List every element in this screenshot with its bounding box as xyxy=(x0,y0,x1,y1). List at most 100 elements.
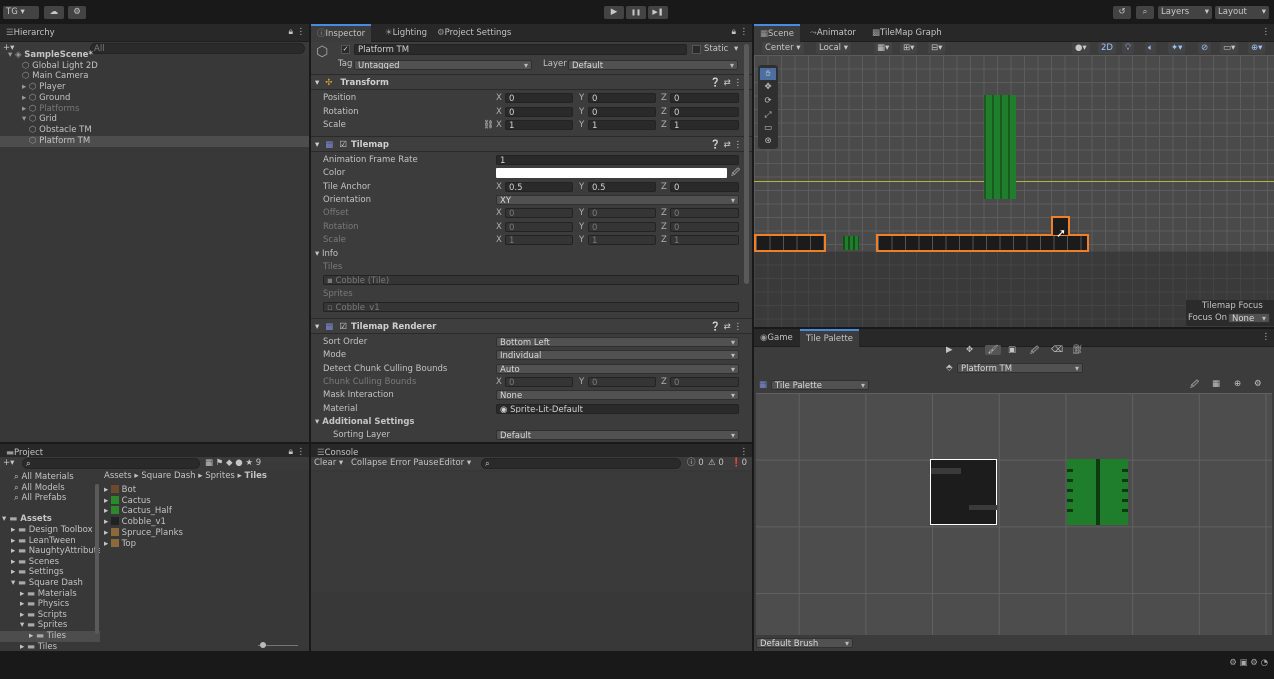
folder-item[interactable]: ▸ ▬ Design Toolbox xyxy=(0,525,100,536)
lighting-toggle-icon[interactable]: 💡︎ xyxy=(1122,42,1134,54)
scene-viewport[interactable]: ➚ ✋︎ ✥ ⟳ ⤢ ▭ ⊛ Tilemap Focus Focus On No… xyxy=(754,55,1274,327)
menu-icon[interactable]: ⋮ xyxy=(297,447,306,457)
static-checkbox[interactable] xyxy=(692,45,701,54)
transform-header[interactable]: ▾ ✣ Transform ❔ ⇄ ⋮ xyxy=(311,74,752,90)
asset-item[interactable]: ▸ Bot xyxy=(104,485,136,496)
history-icon[interactable]: ↺ xyxy=(1113,6,1131,19)
folder-item[interactable]: ▸ ▬ Settings xyxy=(0,567,100,578)
palette-gizmos-icon[interactable]: ⊕ xyxy=(1234,379,1241,389)
transform-rotation-z[interactable]: 0 xyxy=(670,106,739,117)
tab-lighting[interactable]: ☀ Lighting xyxy=(379,24,433,42)
inspector-scrollbar[interactable] xyxy=(744,44,749,284)
transform-scale-y[interactable]: 1 xyxy=(588,120,656,130)
space-dropdown[interactable]: Local ▾ xyxy=(816,42,851,54)
folder-item[interactable]: ▸ ▬ NaughtyAttribute xyxy=(0,546,100,557)
grid-snap-icon[interactable]: ▦▾ xyxy=(874,42,893,54)
favorite-item[interactable]: ⌕ All Models xyxy=(14,483,65,494)
static-dropdown-icon[interactable]: ▾ xyxy=(734,44,738,54)
account-dropdown[interactable]: TG ▾ xyxy=(3,6,39,19)
menu-icon[interactable]: ⋮ xyxy=(740,27,749,37)
breadcrumb-sprites[interactable]: Sprites xyxy=(205,471,235,481)
asset-item[interactable]: ▸ Spruce_Planks xyxy=(104,527,183,539)
tab-tile-palette[interactable]: Tile Palette xyxy=(800,329,860,347)
transform-tool-icon[interactable]: ⊛ xyxy=(760,136,776,146)
editor-dropdown[interactable]: Editor ▾ xyxy=(439,457,471,470)
tab-animator[interactable]: ⤳ Animator xyxy=(804,24,862,42)
anchor-z-field[interactable]: 0 xyxy=(670,182,739,192)
frame-rate-field[interactable]: 1 xyxy=(496,155,739,165)
asset-item[interactable]: ▸ Cactus_Half xyxy=(104,506,172,517)
tag-dropdown[interactable]: Untagged xyxy=(354,60,532,70)
filter-icons[interactable]: ▦ ⚑ ◆ ● ★ 9 xyxy=(205,457,261,470)
tilemap-renderer-header[interactable]: ▾ ▦ ☑ Tilemap Renderer ❔ ⇄ ⋮ xyxy=(311,318,752,334)
collab-icon[interactable]: ⚙ xyxy=(68,6,86,19)
tilemap-enabled-checkbox[interactable]: ☑ xyxy=(339,140,347,150)
assets-root[interactable]: ▾ ▬ Assets xyxy=(2,514,52,525)
sprite-object-field[interactable]: ▫ Cobble_v1 xyxy=(323,302,739,312)
asset-item[interactable]: ▸ Top xyxy=(104,538,136,550)
snap-increment-icon[interactable]: ⊞▾ xyxy=(900,42,918,54)
folder-item[interactable]: ▸ ▬ Scripts xyxy=(0,610,100,621)
step-button[interactable]: ▶❚ xyxy=(648,6,668,19)
palette-grid-icon[interactable]: ▦ xyxy=(1212,379,1220,389)
error-count[interactable]: ❗0 xyxy=(731,457,747,470)
layers-dropdown[interactable]: Layers ▾ xyxy=(1158,6,1212,19)
log-count[interactable]: ⓘ 0 xyxy=(687,457,704,470)
box-fill-icon[interactable]: ▣ xyxy=(1008,345,1016,355)
menu-icon[interactable]: ⋮ xyxy=(1262,27,1271,37)
gizmos-icon[interactable]: ⊕▾ xyxy=(1248,42,1266,54)
culling-dropdown[interactable]: Auto xyxy=(496,364,739,374)
effects-icon[interactable]: ✦▾ xyxy=(1168,42,1186,54)
transform-scale-x[interactable]: 1 xyxy=(505,120,573,130)
warning-count[interactable]: ⚠ 0 xyxy=(708,457,724,470)
hierarchy-item[interactable]: ▾ ⬡ Grid xyxy=(0,114,309,125)
tab-inspector[interactable]: ⓘ Inspector xyxy=(311,24,372,42)
transform-rotation-x[interactable]: 0 xyxy=(505,106,573,117)
hierarchy-item[interactable]: ⬡ Platform TM xyxy=(0,135,309,147)
transform-position-y[interactable]: 0 xyxy=(588,93,656,103)
layout-dropdown[interactable]: Layout ▾ xyxy=(1215,6,1269,19)
palette-grid[interactable] xyxy=(756,393,1272,635)
hierarchy-item[interactable]: ⬡ Obstacle TM xyxy=(0,125,309,136)
audio-toggle-icon[interactable]: 🔈︎ xyxy=(1145,42,1157,54)
move-tool-icon[interactable]: ✥ xyxy=(760,82,776,92)
edit-palette-icon[interactable]: 🖉︎ xyxy=(1190,379,1199,393)
sorting-layer-dropdown[interactable]: Default xyxy=(496,430,739,440)
2d-toggle[interactable]: 2D xyxy=(1098,42,1116,54)
transform-scale-z[interactable]: 1 xyxy=(670,120,739,130)
camera-icon[interactable]: ▭▾ xyxy=(1220,42,1239,54)
tab-project-settings[interactable]: ⚙ Project Settings xyxy=(431,24,517,42)
folder-item[interactable]: ▸ ▬ Scenes xyxy=(0,557,100,568)
active-checkbox[interactable]: ✓ xyxy=(341,45,350,54)
clear-button[interactable]: Clear ▾ xyxy=(314,457,343,470)
tile-object-field[interactable]: ▪ Cobble (Tile) xyxy=(323,275,739,285)
breadcrumb-tiles[interactable]: Tiles xyxy=(245,471,267,481)
active-tilemap-dropdown[interactable]: Platform TM xyxy=(957,363,1083,373)
renderer-enabled-checkbox[interactable]: ☑ xyxy=(339,322,347,332)
favorite-item[interactable]: ⌕ All Materials xyxy=(14,472,74,483)
info-foldout[interactable]: ▾ Info xyxy=(315,249,338,260)
palette-tile-cactus[interactable] xyxy=(1067,459,1128,525)
fill-icon[interactable]: ⛽︎ xyxy=(1072,345,1083,355)
eraser-icon[interactable]: ⌫ xyxy=(1051,345,1063,355)
object-name-field[interactable]: Platform TM xyxy=(354,44,687,55)
material-field[interactable]: ◉ Sprite-Lit-Default xyxy=(496,404,739,414)
transform-position-z[interactable]: 0 xyxy=(670,93,739,103)
tab-game[interactable]: ◉ Game xyxy=(754,329,799,347)
anchor-x-field[interactable]: 0.5 xyxy=(505,182,573,192)
create-button[interactable]: +▾ xyxy=(3,457,14,470)
palette-settings-icon[interactable]: ⚙ xyxy=(1254,379,1262,389)
paint-brush-icon[interactable]: 🖌︎ xyxy=(985,345,1001,355)
picker-icon[interactable]: 🖉︎ xyxy=(1030,345,1039,359)
palette-dropdown[interactable]: Tile Palette xyxy=(771,380,869,390)
ruler-icon[interactable]: ⊟▾ xyxy=(928,42,946,54)
lock-icon[interactable]: 🔒︎ xyxy=(288,27,293,37)
tree-scrollbar[interactable] xyxy=(95,484,99,634)
error-pause-button[interactable]: Error Pause xyxy=(390,457,438,470)
palette-tile-cobble[interactable] xyxy=(930,459,997,525)
folder-item[interactable]: ▸ ▬ Tiles xyxy=(0,631,100,642)
anchor-y-field[interactable]: 0.5 xyxy=(588,182,656,192)
breadcrumb-assets[interactable]: Assets xyxy=(104,471,132,481)
hierarchy-item[interactable]: ⬡ Main Camera xyxy=(0,71,309,82)
eyedropper-icon[interactable]: 🖉︎ xyxy=(731,167,740,181)
